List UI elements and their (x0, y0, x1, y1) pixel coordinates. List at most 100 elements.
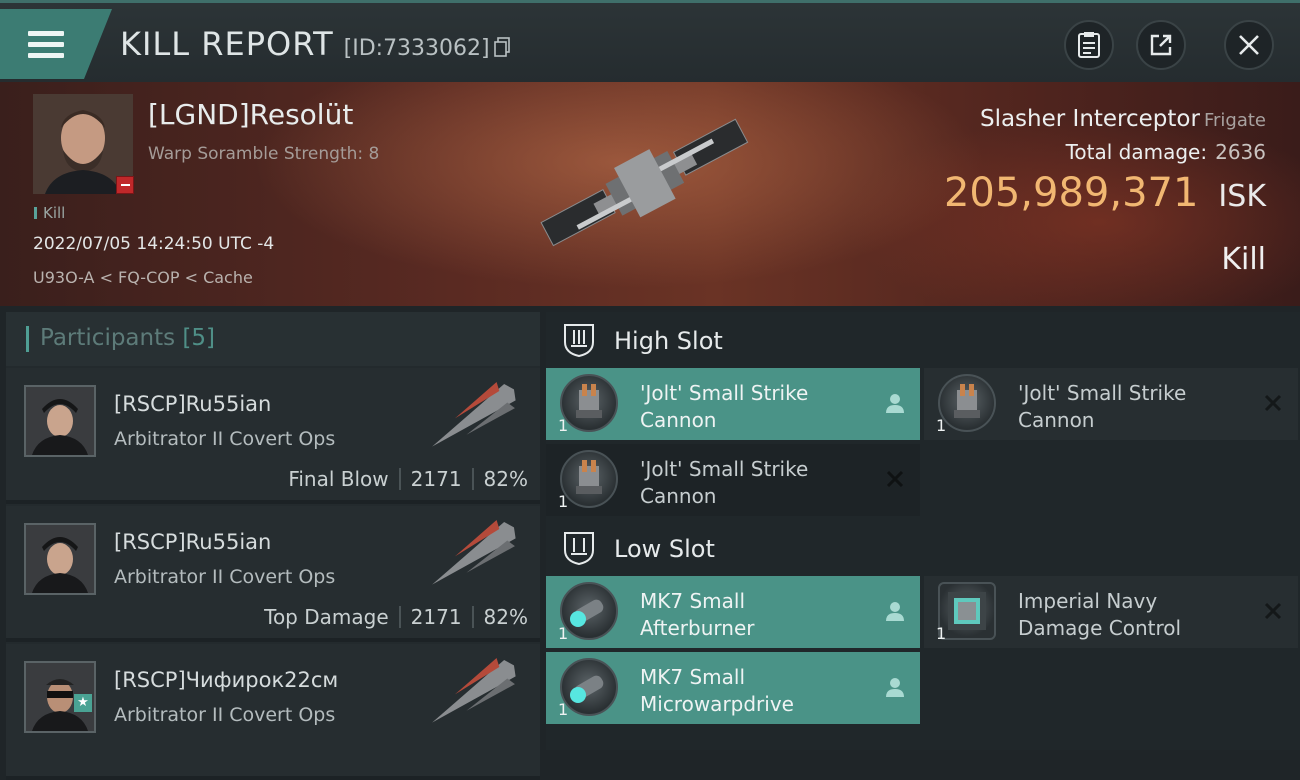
microwarpdrive-icon (560, 658, 618, 716)
participant-ship: Arbitrator II Covert Ops (114, 566, 336, 588)
isk-unit: ISK (1218, 179, 1266, 214)
close-button[interactable] (1224, 20, 1274, 70)
participants-panel: Participants [5] [RSCP]Ru55ian Arbitrato… (6, 312, 540, 780)
avatar[interactable] (24, 523, 96, 595)
participants-title: Participants [5] (40, 325, 215, 351)
top-bar: KILL REPORT [ID:7333062] (0, 0, 1300, 82)
module-name-line: Cannon (640, 408, 717, 432)
cannon-icon (560, 450, 618, 508)
kill-tag: Kill (34, 204, 65, 222)
kill-id: [ID:7333062] (343, 36, 490, 61)
module-name: 'Jolt' Small Strike Cannon (640, 380, 870, 434)
module-name-line: Cannon (640, 484, 717, 508)
divider (471, 606, 474, 628)
fitting-panel: High Slot 1 'Jolt' Small Strike Cannon 1 … (546, 312, 1300, 750)
module-item[interactable]: 1 Imperial Navy Damage Control (924, 576, 1298, 648)
module-name-line: Microwarpdrive (640, 692, 794, 716)
cannon-icon (938, 374, 996, 432)
report-button[interactable] (1064, 20, 1114, 70)
module-quantity: 1 (558, 700, 569, 719)
star-icon: ★ (74, 694, 92, 712)
module-name: MK7 Small Afterburner (640, 588, 870, 642)
low-slot-icon (564, 532, 594, 566)
total-damage-label: Total damage: (1065, 140, 1208, 164)
module-quantity: 1 (558, 624, 569, 643)
module-name-line: 'Jolt' Small Strike (640, 457, 809, 481)
participant-ship: Arbitrator II Covert Ops (114, 428, 336, 450)
participant-damage: 2171 (410, 605, 462, 629)
participant-ship-image (432, 657, 516, 723)
clipboard-icon (1078, 32, 1100, 58)
participant-role: Top Damage (264, 605, 389, 629)
module-name-line: Cannon (1018, 408, 1095, 432)
module-name-line: Afterburner (640, 616, 755, 640)
participant-stats: Top Damage 2171 82% (264, 605, 528, 629)
destroyed-icon (1264, 394, 1282, 412)
module-item[interactable]: 1 'Jolt' Small Strike Cannon (546, 368, 920, 440)
module-name-line: MK7 Small (640, 665, 745, 689)
destroyed-icon (886, 470, 904, 488)
module-name: 'Jolt' Small Strike Cannon (640, 456, 870, 510)
participants-header[interactable]: Participants [5] (6, 312, 540, 366)
module-item[interactable]: 1 'Jolt' Small Strike Cannon (924, 368, 1298, 440)
divider (398, 606, 401, 628)
participant-ship-image (432, 381, 516, 447)
share-icon (1150, 34, 1172, 56)
participant-percent: 82% (483, 605, 528, 629)
report-result: Kill (1221, 242, 1266, 277)
person-icon (886, 602, 904, 621)
participants-count: [5] (182, 325, 216, 351)
person-icon (886, 394, 904, 413)
participant-stats: Final Blow 2171 82% (288, 467, 528, 491)
isk-amount: 205,989,371 (943, 170, 1199, 216)
corp-badge-icon (116, 176, 134, 194)
module-name: Imperial Navy Damage Control (1018, 588, 1248, 642)
module-quantity: 1 (558, 416, 569, 435)
divider (398, 468, 401, 490)
ship-class: Frigate (1203, 110, 1266, 131)
isk-value: 205,989,371 ISK (944, 170, 1266, 216)
module-name-line: MK7 Small (640, 589, 745, 613)
module-name-line: 'Jolt' Small Strike (1018, 381, 1187, 405)
ship-name: Slasher Interceptor (979, 106, 1200, 132)
low-slot-header: Low Slot (546, 522, 1300, 574)
victim-name[interactable]: [LGND]Resolüt (148, 98, 353, 131)
victim-ship-image (540, 118, 749, 247)
person-icon (886, 678, 904, 697)
participant-row[interactable]: ★ [RSCP]Чифирок22см Arbitrator II Covert… (6, 644, 540, 780)
participant-role: Final Blow (288, 467, 389, 491)
participant-portrait (26, 387, 94, 455)
module-name-line: Imperial Navy (1018, 589, 1158, 613)
kill-location[interactable]: U93O-A < FQ-COP < Cache (33, 268, 253, 287)
cannon-icon (560, 374, 618, 432)
participant-percent: 82% (483, 467, 528, 491)
module-item[interactable]: 1 'Jolt' Small Strike Cannon (546, 444, 920, 516)
participants-label: Participants (40, 325, 176, 351)
module-quantity: 1 (936, 624, 947, 643)
participant-damage: 2171 (410, 467, 462, 491)
module-name-line: Damage Control (1018, 616, 1182, 640)
module-name: MK7 Small Microwarpdrive (640, 664, 870, 718)
share-button[interactable] (1136, 20, 1186, 70)
module-item[interactable]: 1 MK7 Small Afterburner (546, 576, 920, 648)
avatar[interactable] (24, 385, 96, 457)
menu-button[interactable] (0, 9, 112, 79)
module-item[interactable]: 1 MK7 Small Microwarpdrive (546, 652, 920, 724)
section-accent (26, 326, 29, 352)
high-slot-header: High Slot (546, 314, 1300, 366)
title-text: KILL REPORT (120, 25, 334, 63)
ship-type[interactable]: Slasher Interceptor Frigate (980, 106, 1266, 132)
participant-row[interactable]: [RSCP]Ru55ian Arbitrator II Covert Ops T… (6, 506, 540, 642)
participant-portrait (26, 525, 94, 593)
victim-panel: [LGND]Resolüt Warp Soramble Strength: 8 … (0, 82, 1300, 306)
high-slot-icon (564, 324, 594, 358)
afterburner-icon (560, 582, 618, 640)
participant-name: [RSCP]Ru55ian (114, 530, 272, 554)
module-quantity: 1 (558, 492, 569, 511)
high-slot-label: High Slot (614, 327, 723, 355)
module-name-line: 'Jolt' Small Strike (640, 381, 809, 405)
kill-datetime: 2022/07/05 14:24:50 UTC -4 (33, 234, 275, 254)
copy-icon[interactable] (493, 27, 510, 65)
participant-row[interactable]: [RSCP]Ru55ian Arbitrator II Covert Ops F… (6, 368, 540, 504)
close-icon (1239, 35, 1259, 55)
